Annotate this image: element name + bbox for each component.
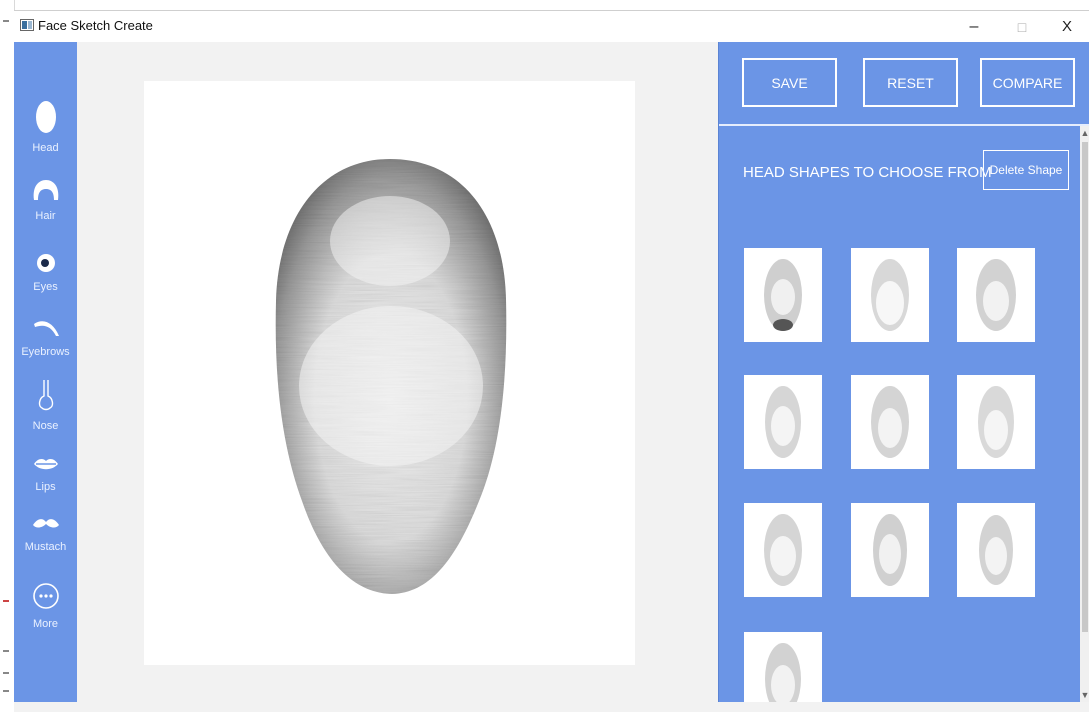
head-shape-thumbnail[interactable] [851, 503, 929, 597]
sidebar-item-label: More [32, 618, 59, 630]
head-shape-thumbnail[interactable] [744, 503, 822, 597]
sidebar-item-eyes[interactable]: Eyes [14, 253, 77, 293]
sidebar-item-more[interactable]: More [14, 582, 77, 630]
mustache-icon [31, 517, 61, 538]
head-shape-thumbnail[interactable] [957, 503, 1035, 597]
shapes-list: HEAD SHAPES TO CHOOSE FROM Delete Shape [719, 126, 1079, 702]
head-shape-thumbnail[interactable] [744, 375, 822, 469]
sidebar-item-mustach[interactable]: Mustach [14, 517, 77, 553]
minimize-button[interactable]: – [951, 11, 997, 42]
app-window: Face Sketch Create – □ X Head Hair Eyes … [14, 10, 1089, 712]
head-sketch [275, 159, 507, 594]
sidebar-item-label: Nose [32, 420, 59, 432]
reset-button[interactable]: RESET [863, 58, 958, 107]
sidebar-item-head[interactable]: Head [14, 100, 77, 154]
sidebar-item-eyebrows[interactable]: Eyebrows [14, 316, 77, 358]
lips-icon [32, 455, 60, 478]
shapes-panel: SAVE RESET COMPARE HEAD SHAPES TO CHOOSE… [718, 42, 1089, 702]
close-button[interactable]: X [1044, 11, 1089, 42]
hair-icon [31, 178, 61, 207]
scroll-down-icon[interactable]: ▼ [1080, 688, 1089, 702]
more-icon [32, 582, 60, 615]
delete-shape-button[interactable]: Delete Shape [983, 150, 1069, 190]
head-shape-thumbnail[interactable] [957, 375, 1035, 469]
window-title: Face Sketch Create [38, 18, 153, 33]
save-button[interactable]: SAVE [742, 58, 837, 107]
head-shape-thumbnail[interactable] [851, 248, 929, 342]
nose-icon [35, 378, 57, 417]
sidebar-item-label: Hair [35, 210, 56, 222]
sidebar-item-label: Mustach [24, 541, 67, 553]
scroll-thumb[interactable] [1082, 142, 1088, 632]
sidebar-item-label: Lips [35, 481, 56, 493]
sidebar-item-nose[interactable]: Nose [14, 378, 77, 432]
scroll-up-icon[interactable]: ▲ [1080, 126, 1089, 140]
shapes-scrollbar[interactable]: ▲ ▼ [1080, 126, 1089, 702]
head-shape-thumbnail[interactable] [744, 248, 822, 342]
head-shape-thumbnail[interactable] [851, 375, 929, 469]
sketch-canvas[interactable] [144, 81, 635, 665]
app-icon [20, 19, 34, 31]
eyebrow-icon [31, 316, 61, 343]
background-window-edge [0, 0, 15, 711]
head-shape-thumbnail[interactable] [744, 632, 822, 702]
sidebar-item-lips[interactable]: Lips [14, 455, 77, 493]
feature-sidebar: Head Hair Eyes Eyebrows Nose Lips Mustac… [14, 42, 77, 702]
sidebar-item-label: Eyes [33, 281, 58, 293]
head-icon [35, 100, 57, 139]
eye-icon [33, 253, 59, 278]
sidebar-item-hair[interactable]: Hair [14, 178, 77, 222]
title-bar: Face Sketch Create – □ X [14, 11, 1089, 42]
maximize-button[interactable]: □ [999, 11, 1045, 42]
head-shape-thumbnail[interactable] [957, 248, 1035, 342]
sidebar-item-label: Head [32, 142, 59, 154]
shapes-heading: HEAD SHAPES TO CHOOSE FROM [743, 164, 992, 181]
sidebar-item-label: Eyebrows [21, 346, 70, 358]
compare-button[interactable]: COMPARE [980, 58, 1075, 107]
